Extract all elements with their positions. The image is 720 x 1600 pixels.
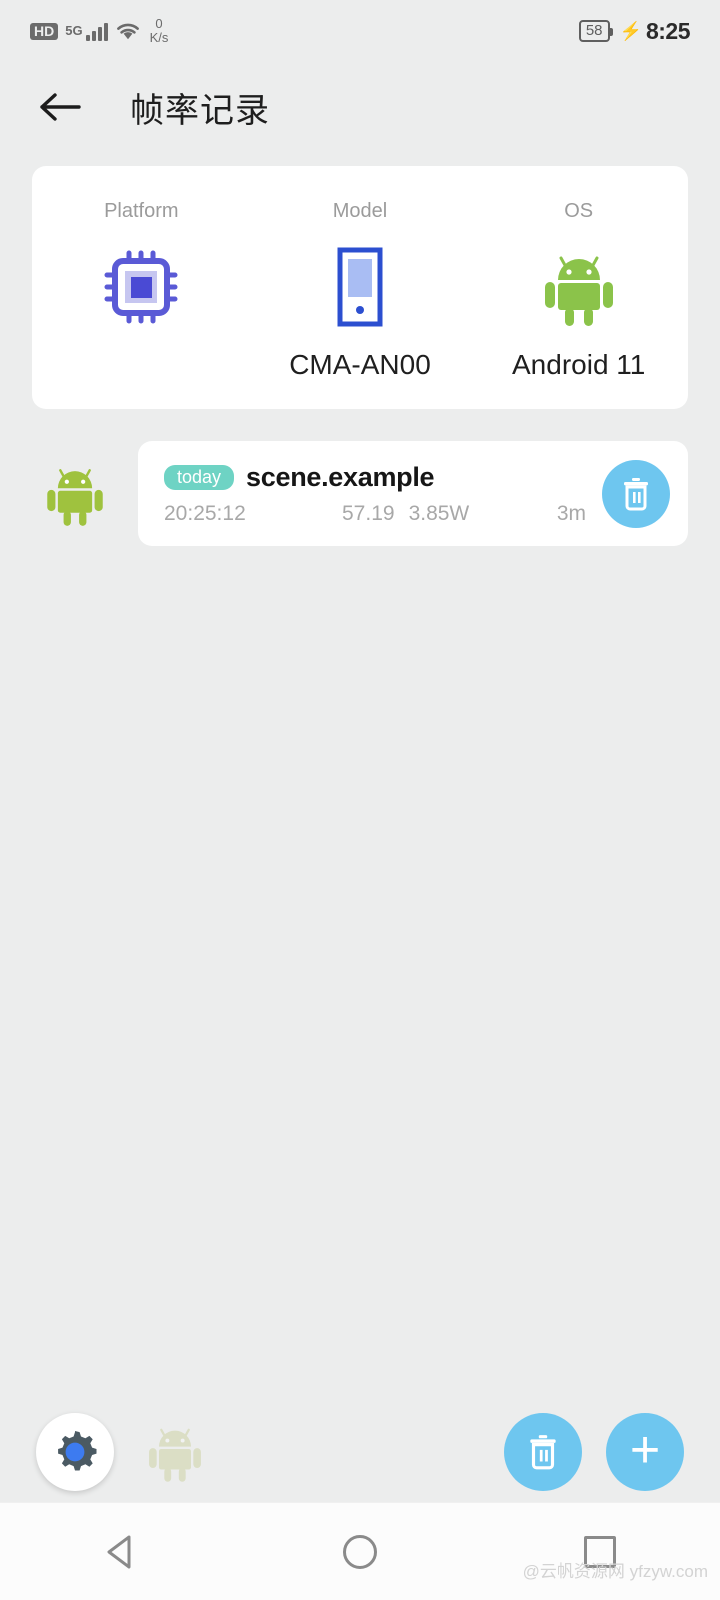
info-label-platform: Platform (104, 200, 179, 222)
network-speed-value: 0 (155, 16, 163, 32)
record-list: today scene.example 20:25:12 57.19 3.85W… (0, 441, 720, 546)
gear-icon (58, 1431, 97, 1471)
add-record-button[interactable]: + (606, 1413, 684, 1491)
android-robot-icon (541, 241, 617, 333)
network-type-label: 5G (65, 23, 83, 39)
record-metrics-row: 20:25:12 57.19 3.85W 3m (164, 502, 664, 526)
trash-icon (624, 477, 648, 510)
info-label-os: OS (564, 200, 594, 222)
circle-home-icon (343, 1534, 377, 1569)
cpu-chip-icon (99, 241, 183, 333)
bottom-action-bar: + (0, 1404, 720, 1500)
status-bar-left: HD 5G 0 K/s (30, 17, 168, 44)
record-card[interactable]: today scene.example 20:25:12 57.19 3.85W… (138, 441, 688, 546)
delete-all-button[interactable] (504, 1413, 582, 1491)
triangle-back-icon (107, 1535, 131, 1568)
record-fps: 57.19 (342, 501, 395, 525)
settings-button[interactable] (36, 1413, 114, 1491)
record-power: 3.85W (408, 501, 470, 525)
record-title-row: today scene.example (164, 462, 664, 493)
android-robot-icon[interactable] (136, 1413, 214, 1491)
status-badge: today (164, 464, 235, 490)
phone-icon (329, 241, 391, 333)
nav-recents-button[interactable] (540, 1503, 660, 1600)
battery-icon: 58 (578, 20, 613, 42)
info-column-os: OS Android 11 (469, 200, 688, 409)
record-name: scene.example (246, 461, 435, 492)
list-item[interactable]: today scene.example 20:25:12 57.19 3.85W… (0, 441, 720, 546)
plus-icon: + (629, 1421, 661, 1479)
info-label-model: Model (332, 200, 388, 222)
clock: 8:25 (645, 17, 691, 44)
status-bar: HD 5G 0 K/s 58 ⚡ 8:25 (0, 0, 720, 62)
info-column-platform: Platform (32, 200, 251, 409)
nav-home-button[interactable] (300, 1503, 420, 1600)
phone-screen: HD 5G 0 K/s 58 ⚡ 8:25 帧率记录 Platform Mode… (0, 0, 720, 1600)
app-bar: 帧率记录 (0, 62, 720, 152)
record-time: 20:25:12 (164, 501, 246, 525)
trash-icon (530, 1435, 556, 1470)
nav-back-button[interactable] (60, 1503, 180, 1600)
hd-icon: HD (30, 22, 59, 40)
signal-bars-icon (85, 21, 108, 41)
info-value-model: CMA-AN00 (289, 349, 431, 380)
network-speed-unit: K/s (149, 30, 169, 45)
page-title: 帧率记录 (130, 91, 270, 130)
android-robot-icon (38, 459, 112, 529)
info-value-os: Android 11 (512, 349, 646, 380)
device-info-card: Platform Model CMA-AN00 OS Android 11 (32, 166, 688, 409)
info-column-model: Model CMA-AN00 (251, 200, 470, 409)
delete-record-button[interactable] (602, 459, 670, 528)
watermark: @云帆资源网 yfzyw.com (522, 1562, 708, 1581)
status-bar-right: 58 ⚡ 8:25 (578, 17, 691, 45)
record-content: today scene.example 20:25:12 57.19 3.85W… (164, 462, 664, 526)
charging-bolt-icon: ⚡ (619, 20, 642, 41)
right-action-buttons: + (504, 1413, 684, 1491)
arrow-left-icon[interactable] (34, 81, 86, 133)
system-nav-bar (0, 1502, 720, 1600)
wifi-icon (115, 21, 141, 41)
network-speed: 0 K/s (150, 17, 169, 44)
